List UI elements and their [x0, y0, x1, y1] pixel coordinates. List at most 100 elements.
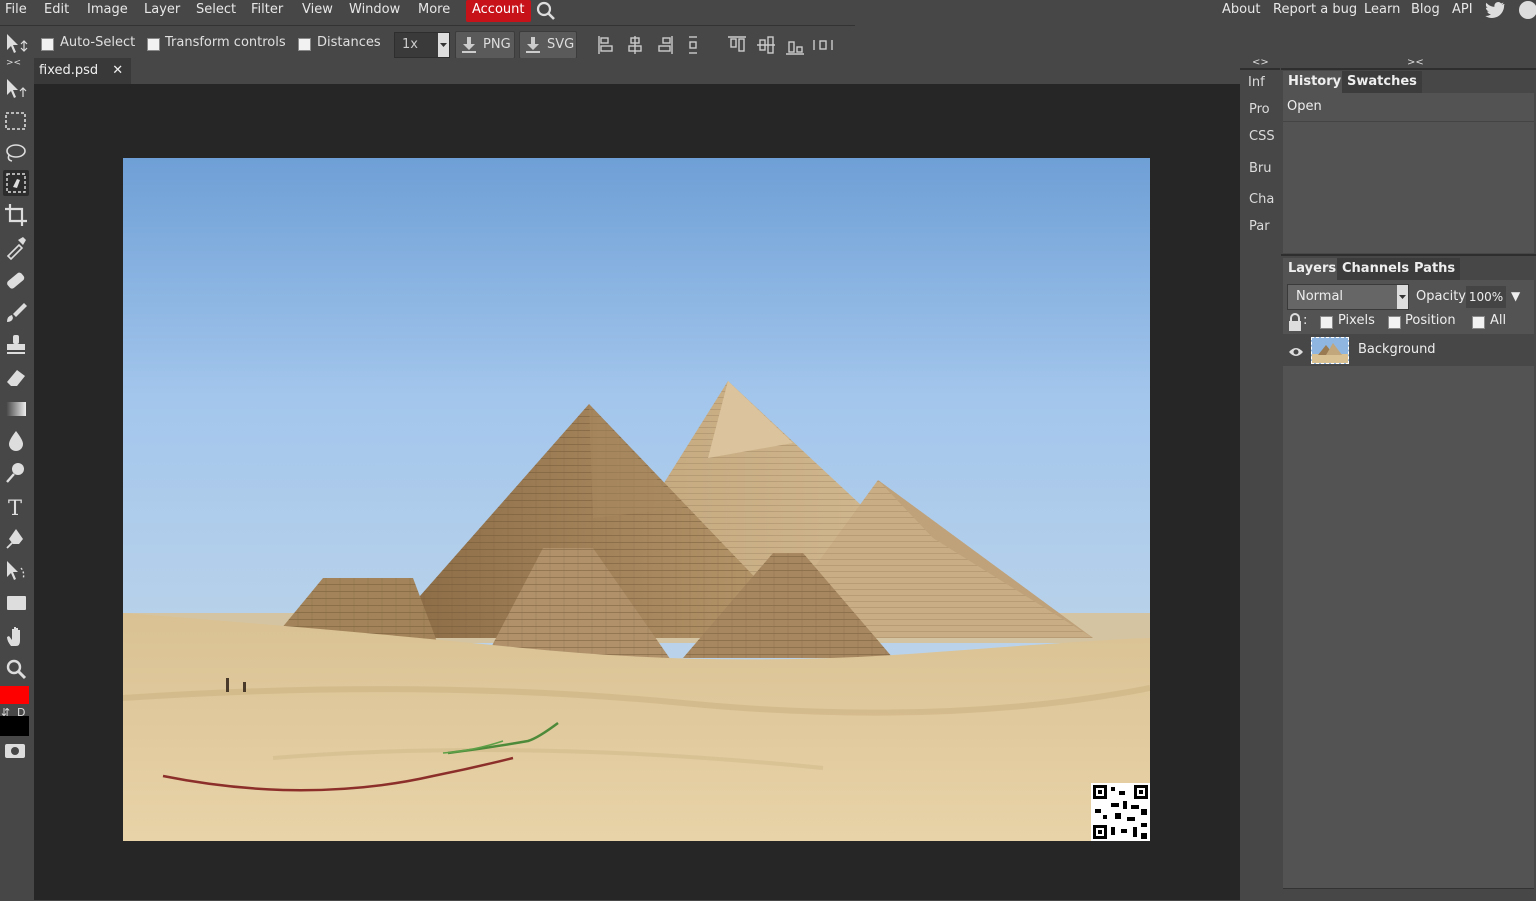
- quick-mask-icon[interactable]: [5, 744, 25, 758]
- export-svg-button[interactable]: SVG: [519, 31, 577, 59]
- zoom-select[interactable]: 1x: [394, 32, 450, 58]
- menu-view[interactable]: View: [302, 0, 333, 22]
- layer-name: Background: [1358, 342, 1436, 357]
- auto-select-label: Auto-Select: [60, 35, 136, 50]
- mini-item-info[interactable]: Inf: [1248, 75, 1265, 90]
- layers-panel-footer: [1283, 888, 1534, 901]
- lock-pixels-checkbox[interactable]: [1320, 316, 1333, 329]
- history-list: Open: [1283, 93, 1534, 253]
- align-left-icon: [598, 36, 613, 54]
- eyedropper-tool-icon[interactable]: [3, 234, 29, 261]
- link-blog[interactable]: Blog: [1411, 0, 1440, 22]
- align-vcenter-icon: [757, 36, 775, 54]
- right-panel-divider: [1281, 68, 1536, 70]
- mini-item-character[interactable]: Cha: [1249, 192, 1274, 207]
- distribute-v-icon: [813, 40, 833, 50]
- zoom-select-value: 1x: [402, 37, 418, 52]
- menu-more[interactable]: More: [418, 0, 450, 22]
- pen-tool-icon[interactable]: [3, 526, 29, 552]
- menu-select[interactable]: Select: [196, 0, 236, 22]
- move-tool-icon[interactable]: [3, 76, 29, 102]
- opacity-input[interactable]: 100%: [1466, 286, 1506, 308]
- document-tab-bar: fixed.psd ✕: [34, 58, 1240, 84]
- export-png-label: PNG: [483, 37, 511, 52]
- hand-tool-icon[interactable]: [3, 624, 29, 650]
- chevron-down-icon: [1397, 285, 1408, 309]
- document-canvas[interactable]: [123, 158, 1150, 841]
- document-tab[interactable]: fixed.psd ✕: [34, 58, 132, 84]
- mini-item-brush[interactable]: Bru: [1249, 161, 1272, 176]
- blur-tool-icon[interactable]: [3, 428, 29, 454]
- account-button[interactable]: Account: [466, 0, 531, 22]
- path-select-tool-icon[interactable]: [3, 558, 29, 584]
- mini-item-paragraph[interactable]: Par: [1249, 219, 1270, 234]
- layer-row[interactable]: Background: [1283, 334, 1534, 366]
- mini-panel-divider: [1240, 68, 1280, 70]
- mini-item-css[interactable]: CSS: [1249, 129, 1275, 144]
- lock-all-checkbox[interactable]: [1472, 316, 1485, 329]
- transform-controls-label: Transform controls: [165, 35, 286, 50]
- lock-icon: [1287, 312, 1303, 336]
- tab-channels[interactable]: Channels: [1337, 258, 1415, 280]
- opacity-dropdown-icon[interactable]: ▼: [1511, 289, 1520, 303]
- foreground-color-swatch[interactable]: [0, 686, 29, 704]
- export-svg-label: SVG: [547, 37, 575, 52]
- align-bottom-icon: [786, 41, 804, 55]
- eraser-tool-icon[interactable]: [3, 364, 29, 390]
- link-report-bug[interactable]: Report a bug: [1273, 0, 1357, 22]
- export-png-button[interactable]: PNG: [455, 31, 515, 59]
- transform-controls-checkbox[interactable]: [147, 38, 160, 51]
- right-panel-toggle[interactable]: ><: [1407, 57, 1424, 68]
- auto-select-checkbox[interactable]: [41, 38, 54, 51]
- text-tool-icon[interactable]: T: [3, 494, 29, 520]
- facebook-icon[interactable]: [1519, 1, 1536, 19]
- crop-tool-icon[interactable]: [3, 202, 29, 228]
- link-about[interactable]: About: [1222, 0, 1260, 22]
- menu-file[interactable]: File: [5, 0, 27, 22]
- opacity-label: Opacity:: [1416, 289, 1470, 304]
- lasso-tool-icon[interactable]: [3, 140, 29, 166]
- tab-paths[interactable]: Paths: [1409, 258, 1461, 280]
- lock-position-checkbox[interactable]: [1388, 316, 1401, 329]
- align-toolbar: [596, 34, 836, 56]
- menu-bar: File Edit Image Layer Select Filter View…: [0, 0, 1536, 22]
- link-learn[interactable]: Learn: [1364, 0, 1400, 22]
- twitter-icon[interactable]: [1485, 1, 1505, 19]
- menu-filter[interactable]: Filter: [251, 0, 283, 22]
- gradient-tool-icon[interactable]: [3, 396, 29, 422]
- blend-mode-value: Normal: [1296, 289, 1344, 304]
- link-api[interactable]: API: [1452, 0, 1473, 22]
- tab-swatches[interactable]: Swatches: [1342, 71, 1422, 93]
- lock-label: :: [1303, 313, 1308, 328]
- close-icon[interactable]: ✕: [112, 63, 123, 78]
- quick-select-tool-icon[interactable]: [3, 170, 29, 196]
- distances-checkbox[interactable]: [298, 38, 311, 51]
- dodge-tool-icon[interactable]: [3, 460, 29, 486]
- menu-window[interactable]: Window: [349, 0, 400, 22]
- background-color-swatch[interactable]: [0, 716, 29, 736]
- move-tool-indicator-icon: [4, 32, 30, 56]
- history-entry[interactable]: Open: [1283, 93, 1534, 122]
- mini-item-properties[interactable]: Pro: [1249, 102, 1270, 117]
- brush-tool-icon[interactable]: [3, 300, 29, 326]
- align-hcenter-icon: [628, 36, 642, 54]
- menu-layer[interactable]: Layer: [144, 0, 180, 22]
- tab-history[interactable]: History: [1283, 71, 1347, 93]
- mini-panel-toggle[interactable]: <>: [1252, 57, 1269, 68]
- tools-panel-collapse[interactable]: ><: [6, 58, 21, 68]
- lock-all-label: All: [1490, 313, 1507, 328]
- eye-icon[interactable]: [1288, 343, 1304, 362]
- align-right-icon: [658, 36, 673, 54]
- blend-mode-select[interactable]: Normal: [1287, 284, 1409, 310]
- search-icon[interactable]: [535, 0, 557, 22]
- zoom-tool-icon[interactable]: [3, 656, 29, 682]
- tab-layers[interactable]: Layers: [1283, 258, 1342, 280]
- rectangle-tool-icon[interactable]: [3, 590, 29, 616]
- align-top-icon: [728, 36, 746, 52]
- tools-panel: >< T ⇵ D: [0, 58, 33, 900]
- marquee-tool-icon[interactable]: [3, 108, 29, 134]
- menu-image[interactable]: Image: [87, 0, 128, 22]
- menu-edit[interactable]: Edit: [44, 0, 69, 22]
- clone-stamp-tool-icon[interactable]: [3, 332, 29, 358]
- healing-tool-icon[interactable]: [3, 268, 29, 294]
